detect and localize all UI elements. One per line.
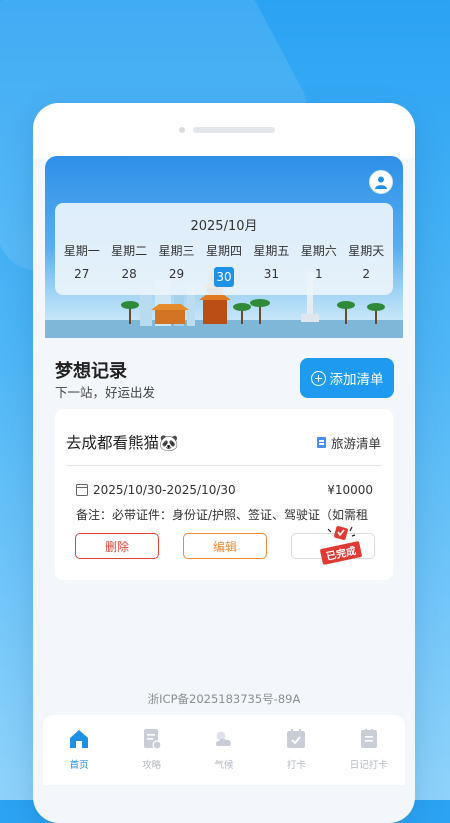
tab-label: 日记打卡 xyxy=(349,760,388,771)
dream-list-card[interactable]: 去成都看熊猫🐼 旅游清单 2025/10/30-2025/10/30 ¥1000… xyxy=(55,409,393,580)
card-divider xyxy=(66,465,382,466)
tab-guide[interactable]: 攻略 xyxy=(122,727,182,785)
tab-label: 首页 xyxy=(69,760,89,771)
weekday-label: 星期四 xyxy=(205,244,242,258)
tab-checkin[interactable]: 打卡 xyxy=(266,727,326,785)
card-note: 备注：必带证件：身份证/护照、签证、驾驶证（如需租 xyxy=(76,508,369,522)
weekday-row: 星期一 星期二 星期三 星期四 星期五 星期六 星期天 xyxy=(55,242,393,259)
calendar-month-title: 2025/10月 xyxy=(190,219,258,234)
phone-frame: 2025/10月 星期一 星期二 星期三 星期四 星期五 星期六 星期天 27 … xyxy=(33,103,415,823)
list-tag-icon xyxy=(316,437,326,448)
diary-icon xyxy=(360,729,377,748)
card-date-range: 2025/10/30-2025/10/30 xyxy=(93,483,236,497)
speaker-slot xyxy=(193,127,275,133)
add-list-label: 添加清单 xyxy=(329,372,384,388)
checkin-icon xyxy=(287,729,306,748)
add-circle-icon xyxy=(310,370,326,386)
week-calendar: 2025/10月 星期一 星期二 星期三 星期四 星期五 星期六 星期天 27 … xyxy=(55,203,393,295)
weekday-label: 星期二 xyxy=(111,244,148,258)
section-title: 梦想记录 xyxy=(55,361,127,382)
icp-filing-text[interactable]: 浙ICP备2025183735号-89A xyxy=(33,691,415,707)
calendar-banner: 2025/10月 星期一 星期二 星期三 星期四 星期五 星期六 星期天 27 … xyxy=(45,156,403,338)
user-avatar-button[interactable] xyxy=(369,170,393,194)
calendar-day[interactable]: 31 xyxy=(249,267,293,287)
completed-stamp-icon: 已完成 xyxy=(320,526,362,565)
card-date: 2025/10/30-2025/10/30 xyxy=(76,483,236,497)
selected-day-label: 30 xyxy=(213,267,234,287)
card-title: 去成都看熊猫🐼 xyxy=(66,434,179,452)
tab-home[interactable]: 首页 xyxy=(49,727,109,785)
edit-button[interactable]: 编辑 xyxy=(183,533,267,559)
tab-label: 攻略 xyxy=(142,760,162,771)
calendar-day[interactable]: 29 xyxy=(155,267,199,287)
tab-label: 打卡 xyxy=(286,760,306,771)
calendar-day-selected[interactable]: 30 xyxy=(202,267,246,287)
day-row: 27 28 29 30 31 1 2 xyxy=(55,267,393,287)
user-icon xyxy=(375,176,387,189)
weekday-label: 星期三 xyxy=(158,244,195,258)
guide-icon xyxy=(143,729,162,750)
weekday-label: 星期天 xyxy=(348,244,385,258)
calendar-icon xyxy=(76,484,88,496)
add-list-button[interactable]: 添加清单 xyxy=(300,358,394,398)
tab-weather[interactable]: 气候 xyxy=(194,727,254,785)
card-tag-label: 旅游清单 xyxy=(330,436,381,451)
tab-diary-checkin[interactable]: 日记打卡 xyxy=(339,727,399,785)
bottom-tab-bar: 首页 攻略 气候 打卡 日记打卡 xyxy=(43,715,405,785)
calendar-day[interactable]: 28 xyxy=(107,267,151,287)
phone-top-bar xyxy=(33,103,415,158)
calendar-day[interactable]: 2 xyxy=(344,267,388,287)
camera-dot xyxy=(179,127,185,133)
weekday-label: 星期一 xyxy=(63,244,100,258)
calendar-day[interactable]: 1 xyxy=(297,267,341,287)
card-budget: ¥10000 xyxy=(327,483,373,497)
section-subtitle: 下一站，好运出发 xyxy=(55,385,156,400)
calendar-day[interactable]: 27 xyxy=(60,267,104,287)
delete-button[interactable]: 删除 xyxy=(75,533,159,559)
weekday-label: 星期五 xyxy=(253,244,290,258)
tab-label: 气候 xyxy=(214,760,234,771)
home-icon xyxy=(70,730,89,748)
weather-icon xyxy=(215,731,231,746)
weekday-label: 星期六 xyxy=(300,244,337,258)
card-category-tag: 旅游清单 xyxy=(316,433,381,452)
